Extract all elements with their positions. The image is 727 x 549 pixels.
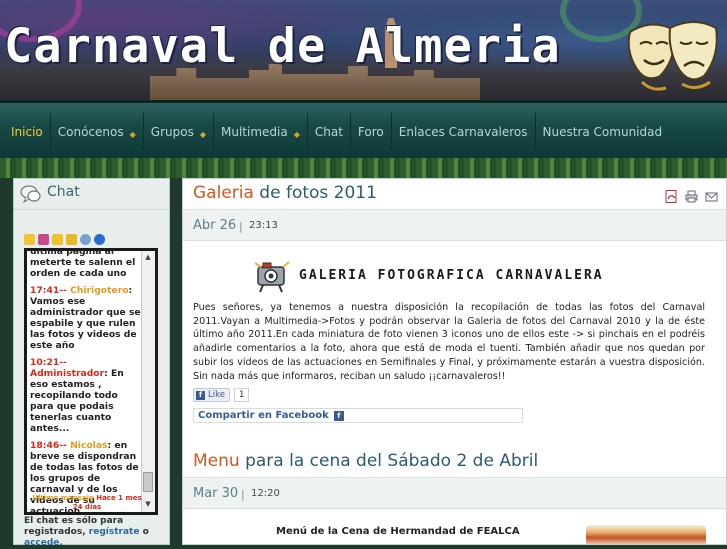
chat-message-author: Administrador bbox=[30, 368, 105, 379]
chat-message-text: última página al meterte te salenn el or… bbox=[30, 248, 136, 279]
nav-item-conocenos[interactable]: Conócenos ◆ bbox=[51, 113, 144, 150]
nav-item-chat[interactable]: Chat bbox=[308, 113, 351, 150]
chat-message: última página al meterte te salenn el or… bbox=[30, 248, 144, 279]
nav-item-nuestra-comunidad[interactable]: Nuestra Comunidad bbox=[536, 113, 670, 150]
scroll-down-arrow-icon[interactable]: ▼ bbox=[143, 499, 153, 509]
chat-message-time: 18:46-- bbox=[30, 440, 67, 451]
chat-message-author: Chirigotero bbox=[70, 285, 129, 296]
post-title[interactable]: Menu para la cena del Sábado 2 de Abril bbox=[193, 451, 538, 471]
nav-item-label: Foro bbox=[357, 124, 384, 139]
post-title-rest: de fotos 2011 bbox=[253, 183, 377, 203]
nav-item-foro[interactable]: Foro bbox=[351, 113, 392, 150]
nav-item-grupos[interactable]: Grupos ◆ bbox=[144, 113, 214, 150]
nav-item-label: Chat bbox=[314, 124, 343, 139]
nav-item-label: Nuestra Comunidad bbox=[542, 124, 663, 139]
post-title-highlight: Galeria bbox=[193, 183, 254, 203]
chat-scrollbar[interactable]: ▲ ▼ bbox=[141, 251, 155, 512]
nav-item-inicio[interactable]: Inicio bbox=[4, 113, 51, 150]
facebook-icon: f bbox=[196, 390, 205, 400]
post-title-rest: para la cena del Sábado 2 de Abril bbox=[239, 451, 539, 471]
site-header-banner: Carnaval de Almeria bbox=[0, 0, 727, 100]
post-time: 12:20 bbox=[251, 488, 280, 499]
help-icon[interactable] bbox=[80, 234, 91, 245]
post-date: Mar 30 bbox=[193, 486, 239, 501]
theatre-masks-logo bbox=[627, 21, 718, 91]
chat-message-box[interactable]: última página al meterte te salenn el or… bbox=[24, 248, 158, 515]
chat-header: Chat bbox=[14, 179, 169, 210]
post-meta: Mar 30 | 12:20 bbox=[183, 477, 726, 509]
camera-mascot-icon bbox=[254, 261, 290, 293]
main-content: Galeria de fotos 2011 Abr 26 | 23:13 GAL… bbox=[182, 178, 727, 545]
chat-login-note: El chat es sólo para registrados, regíst… bbox=[24, 516, 164, 549]
menu-heading: Menú de la Cena de Hermandad de FEALCA bbox=[276, 526, 520, 537]
emoticon-smile-icon[interactable] bbox=[24, 234, 35, 245]
post-body: Pues señores, ya tenemos a nuestra dispo… bbox=[193, 302, 705, 382]
gallery-banner: GALERIA FOTOGRAFICA CARNAVALERA bbox=[253, 255, 604, 295]
email-icon[interactable] bbox=[705, 190, 718, 203]
facebook-like-widget: f Like 1 bbox=[193, 388, 250, 402]
emoticon-bar bbox=[24, 234, 105, 245]
last-message-info: Último mensaje Hace 1 mes 24 días bbox=[31, 494, 143, 512]
post-title[interactable]: Galeria de fotos 2011 bbox=[193, 183, 377, 203]
print-icon[interactable] bbox=[685, 190, 698, 203]
chat-bubbles-icon bbox=[20, 185, 41, 204]
nav-item-label: Enlaces Carnavaleros bbox=[398, 124, 528, 139]
chat-note-or: o bbox=[142, 527, 149, 537]
globe-icon[interactable] bbox=[94, 234, 105, 245]
facebook-like-button[interactable]: f Like bbox=[193, 388, 230, 402]
facebook-icon: f bbox=[333, 410, 344, 421]
share-label: Compartir en Facebook bbox=[198, 410, 329, 421]
login-link[interactable]: accede. bbox=[24, 538, 63, 548]
chat-message: 17:41-- Chirigotero: Vamos ese administr… bbox=[30, 285, 141, 351]
like-count: 1 bbox=[233, 388, 250, 402]
submenu-arrow-icon: ◆ bbox=[199, 129, 206, 139]
site-title: Carnaval de Almeria bbox=[4, 19, 561, 74]
nav-item-label: Multimedia bbox=[221, 124, 288, 139]
submenu-arrow-icon: ◆ bbox=[129, 129, 136, 139]
emoticon-grin-icon[interactable] bbox=[52, 234, 63, 245]
chat-message-text: Vamos ese administrador que se espabile … bbox=[30, 296, 141, 351]
like-label: Like bbox=[208, 390, 225, 400]
nav-item-multimedia[interactable]: Multimedia ◆ bbox=[214, 113, 308, 150]
nav-item-enlaces-carnavaleros[interactable]: Enlaces Carnavaleros bbox=[392, 113, 536, 150]
scroll-up-arrow-icon[interactable]: ▲ bbox=[143, 252, 153, 262]
chat-message-author: Nicolas bbox=[70, 440, 108, 451]
post-time: 23:13 bbox=[249, 220, 278, 231]
chat-message-time: 17:41-- bbox=[30, 285, 67, 296]
scrollbar-thumb[interactable] bbox=[143, 472, 153, 492]
nav-item-label: Grupos bbox=[150, 124, 194, 139]
pdf-icon[interactable] bbox=[665, 190, 678, 203]
chat-sidebar: Chat última página al meterte te salenn … bbox=[13, 178, 170, 548]
meta-separator: | bbox=[241, 488, 245, 501]
chat-message-time: 10:21-- bbox=[30, 357, 67, 368]
register-link[interactable]: regístrate bbox=[89, 527, 140, 537]
nav-item-label: Conócenos bbox=[57, 124, 124, 139]
chat-message-list: última página al meterte te salenn el or… bbox=[30, 248, 144, 512]
main-navigation: Inicio Conócenos ◆ Grupos ◆ Multimedia ◆… bbox=[0, 100, 727, 158]
chat-message: 10:21-- Administrador: En eso estamos , … bbox=[30, 357, 124, 434]
last-message-label: Último mensaje bbox=[32, 494, 94, 502]
gallery-banner-text: GALERIA FOTOGRAFICA CARNAVALERA bbox=[299, 267, 604, 283]
emoticon-wink-icon[interactable] bbox=[66, 234, 77, 245]
post-meta: Abr 26 | 23:13 bbox=[183, 209, 726, 241]
share-facebook-button[interactable]: Compartir en Facebook f bbox=[193, 408, 523, 423]
emoticon-devil-icon[interactable] bbox=[38, 234, 49, 245]
nav-item-label: Inicio bbox=[11, 124, 43, 139]
food-photo bbox=[586, 525, 706, 544]
post-title-highlight: Menu bbox=[193, 451, 240, 471]
submenu-arrow-icon: ◆ bbox=[293, 129, 300, 139]
decorative-strip bbox=[0, 158, 727, 178]
post-date: Abr 26 bbox=[193, 218, 237, 233]
chat-title: Chat bbox=[47, 184, 80, 200]
meta-separator: | bbox=[239, 220, 243, 233]
post-tools bbox=[665, 190, 718, 203]
